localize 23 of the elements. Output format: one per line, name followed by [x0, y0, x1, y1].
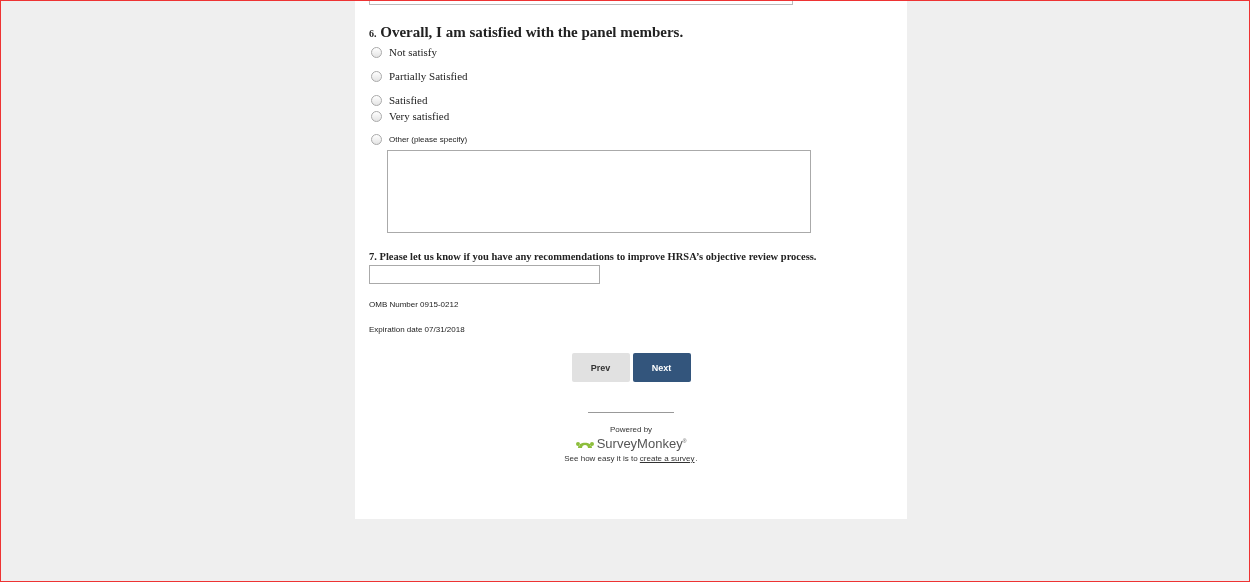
question-title: 7. Please let us know if you have any recommendations to improve HRSA’s objective review process.	[369, 251, 818, 262]
radio-button[interactable]	[371, 70, 382, 82]
next-button[interactable]: Next	[632, 353, 691, 382]
period-text: .	[695, 454, 698, 463]
option-label: Very satisfied	[389, 110, 450, 122]
question-title: 6. Overall, I am satisfied with the panel members.	[369, 24, 685, 41]
comment-field[interactable]	[387, 150, 811, 233]
footnote: OMB Number 0915-0212	[369, 300, 460, 309]
radio-button[interactable]	[371, 134, 382, 145]
powered-by-text: Powered by	[609, 425, 653, 434]
option-label: Other (please specify)	[389, 135, 468, 144]
radio-button[interactable]	[371, 94, 382, 106]
create-survey-link[interactable]: create a survey	[639, 454, 695, 463]
answer-field[interactable]	[369, 265, 600, 284]
tagline-text: See how easy it is to	[564, 454, 639, 463]
radio-button[interactable]	[371, 110, 382, 122]
option-label: Not satisfy	[389, 46, 437, 58]
option-label: Partially Satisfied	[389, 70, 468, 82]
brand-name: SurveyMonkey$^{®}$	[596, 436, 687, 451]
option-label: Satisfied	[389, 94, 428, 106]
footnote: Expiration date 07/31/2018	[369, 325, 466, 334]
prev-button[interactable]: Prev	[571, 353, 630, 382]
radio-button[interactable]	[371, 46, 382, 58]
